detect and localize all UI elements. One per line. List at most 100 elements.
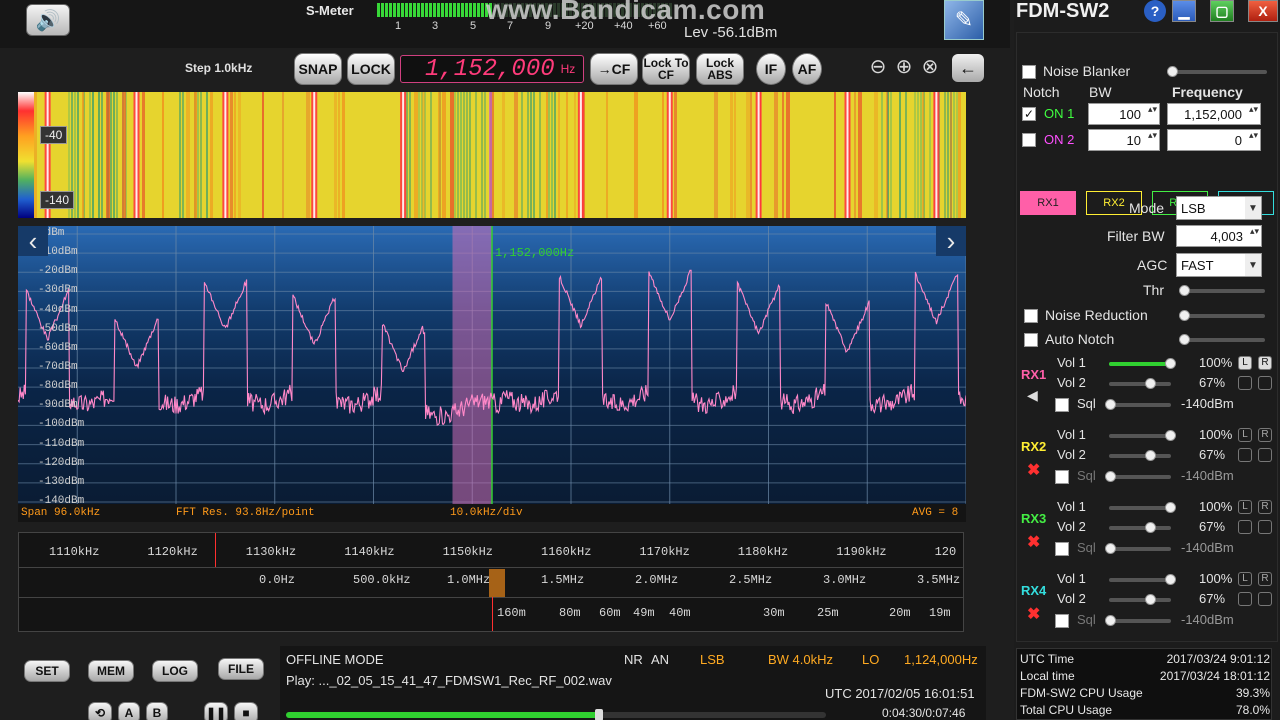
notch2-frequency-input[interactable]: 0	[1167, 129, 1261, 151]
speaker-icon[interactable]: ◀	[1027, 387, 1038, 404]
slider-knob[interactable]	[1105, 399, 1116, 410]
slider-knob[interactable]	[1144, 522, 1156, 533]
progress-thumb[interactable]	[595, 709, 604, 720]
left-channel-button[interactable]: L	[1238, 428, 1252, 442]
notch1-bw-input[interactable]: 100	[1088, 103, 1160, 125]
receiver-vol1-slider[interactable]	[1109, 430, 1176, 441]
zoom-in-icon[interactable]: ⊕	[892, 54, 916, 78]
notch1-checkbox[interactable]: ✓	[1022, 107, 1036, 121]
receiver-vol2-slider[interactable]	[1109, 594, 1171, 605]
slider-knob[interactable]	[1105, 615, 1116, 626]
notch2-checkbox[interactable]	[1022, 133, 1036, 147]
right-channel-button-2[interactable]	[1258, 448, 1272, 462]
right-channel-button[interactable]: R	[1258, 572, 1272, 586]
left-channel-button[interactable]: L	[1238, 356, 1252, 370]
set-button[interactable]: SET	[24, 660, 70, 682]
agc-select[interactable]: FAST ▼	[1176, 253, 1262, 277]
slider-knob[interactable]	[1105, 471, 1116, 482]
auto-notch-slider[interactable]	[1179, 334, 1265, 345]
frequency-display[interactable]: 1,152,000 Hz	[400, 55, 584, 83]
a-button[interactable]: A	[118, 702, 140, 720]
playback-progress[interactable]	[286, 709, 826, 720]
right-channel-button[interactable]: R	[1258, 500, 1272, 514]
minimize-icon[interactable]: ▁	[1172, 0, 1196, 22]
zoom-reset-icon[interactable]: ⊗	[918, 54, 942, 78]
left-channel-button-2[interactable]	[1238, 376, 1252, 390]
slider-knob[interactable]	[1144, 450, 1156, 461]
loop-button[interactable]: ⟲	[88, 702, 112, 720]
slider-knob[interactable]	[1105, 543, 1116, 554]
if-button[interactable]: IF	[756, 53, 786, 85]
b-button[interactable]: B	[146, 702, 168, 720]
mute-icon[interactable]: ✖	[1027, 460, 1040, 480]
snap-button[interactable]: SNAP	[294, 53, 342, 85]
slider-knob[interactable]	[1179, 285, 1190, 296]
left-channel-button-2[interactable]	[1238, 520, 1252, 534]
noise-blanker-slider[interactable]	[1167, 66, 1267, 77]
auto-notch-checkbox[interactable]	[1024, 333, 1038, 347]
pen-icon[interactable]: ✎	[944, 0, 984, 40]
zoom-out-icon[interactable]: ⊖	[866, 54, 890, 78]
right-channel-button-2[interactable]	[1258, 592, 1272, 606]
maximize-icon[interactable]: ▢	[1210, 0, 1234, 22]
frequency-ruler[interactable]: 1110kHz 1120kHz 1130kHz 1140kHz 1150kHz 1160k…	[18, 532, 964, 632]
slider-knob[interactable]	[1165, 502, 1176, 513]
lock-abs-button[interactable]: Lock ABS	[696, 53, 744, 85]
slider-knob[interactable]	[1179, 334, 1190, 345]
receiver-sql-slider[interactable]	[1105, 615, 1171, 626]
speaker-button[interactable]: 🔊	[26, 4, 70, 36]
slider-knob[interactable]	[1179, 310, 1190, 321]
right-channel-button[interactable]: R	[1258, 428, 1272, 442]
slider-knob[interactable]	[1165, 358, 1176, 369]
back-arrow-icon[interactable]: ←	[952, 54, 984, 82]
receiver-sql-slider[interactable]	[1105, 399, 1171, 410]
squelch-checkbox[interactable]	[1055, 398, 1069, 412]
stop-button[interactable]: ■	[234, 702, 258, 720]
to-cf-button[interactable]: →CF	[590, 53, 638, 85]
slider-knob[interactable]	[1144, 594, 1156, 605]
af-button[interactable]: AF	[792, 53, 822, 85]
right-channel-button-2[interactable]	[1258, 376, 1272, 390]
close-icon[interactable]: X	[1248, 0, 1278, 22]
receiver-sql-slider[interactable]	[1105, 543, 1171, 554]
right-channel-button[interactable]: R	[1258, 356, 1272, 370]
mute-icon[interactable]: ✖	[1027, 532, 1040, 552]
squelch-checkbox[interactable]	[1055, 542, 1069, 556]
rx-tab-1[interactable]: RX1	[1020, 191, 1076, 215]
noise-reduction-slider[interactable]	[1179, 310, 1265, 321]
thr-slider[interactable]	[1179, 285, 1265, 296]
left-channel-button-2[interactable]	[1238, 448, 1252, 462]
noise-blanker-checkbox[interactable]	[1022, 65, 1036, 79]
file-button[interactable]: FILE	[218, 658, 264, 680]
slider-knob[interactable]	[1165, 430, 1176, 441]
mode-select[interactable]: LSB ▼	[1176, 196, 1262, 220]
left-channel-button[interactable]: L	[1238, 572, 1252, 586]
squelch-checkbox[interactable]	[1055, 614, 1069, 628]
mem-button[interactable]: MEM	[88, 660, 134, 682]
slider-knob[interactable]	[1144, 378, 1156, 389]
receiver-vol2-slider[interactable]	[1109, 450, 1171, 461]
notch1-frequency-input[interactable]: 1,152,000	[1167, 103, 1261, 125]
lock-button[interactable]: LOCK	[347, 53, 395, 85]
help-icon[interactable]: ?	[1144, 0, 1166, 22]
left-channel-button-2[interactable]	[1238, 592, 1252, 606]
mute-icon[interactable]: ✖	[1027, 604, 1040, 624]
pause-button[interactable]: ❚❚	[204, 702, 228, 720]
receiver-vol1-slider[interactable]	[1109, 574, 1176, 585]
squelch-checkbox[interactable]	[1055, 470, 1069, 484]
filter-bw-input[interactable]: 4,003	[1176, 225, 1262, 247]
lock-to-cf-button[interactable]: Lock To CF	[642, 53, 690, 85]
noise-reduction-checkbox[interactable]	[1024, 309, 1038, 323]
receiver-vol1-slider[interactable]	[1109, 502, 1176, 513]
left-channel-button[interactable]: L	[1238, 500, 1252, 514]
chevron-right-icon[interactable]: ›	[936, 226, 966, 256]
slider-knob[interactable]	[1167, 66, 1178, 77]
slider-knob[interactable]	[1165, 574, 1176, 585]
chevron-left-icon[interactable]: ‹	[18, 226, 48, 256]
receiver-sql-slider[interactable]	[1105, 471, 1171, 482]
right-channel-button-2[interactable]	[1258, 520, 1272, 534]
spectrum-display[interactable]: 1,152,000Hz 0dBm -10dBm -20dBm -30dBm -40dBm…	[18, 226, 966, 504]
waterfall-display[interactable]	[18, 92, 966, 218]
log-button[interactable]: LOG	[152, 660, 198, 682]
receiver-vol2-slider[interactable]	[1109, 378, 1171, 389]
